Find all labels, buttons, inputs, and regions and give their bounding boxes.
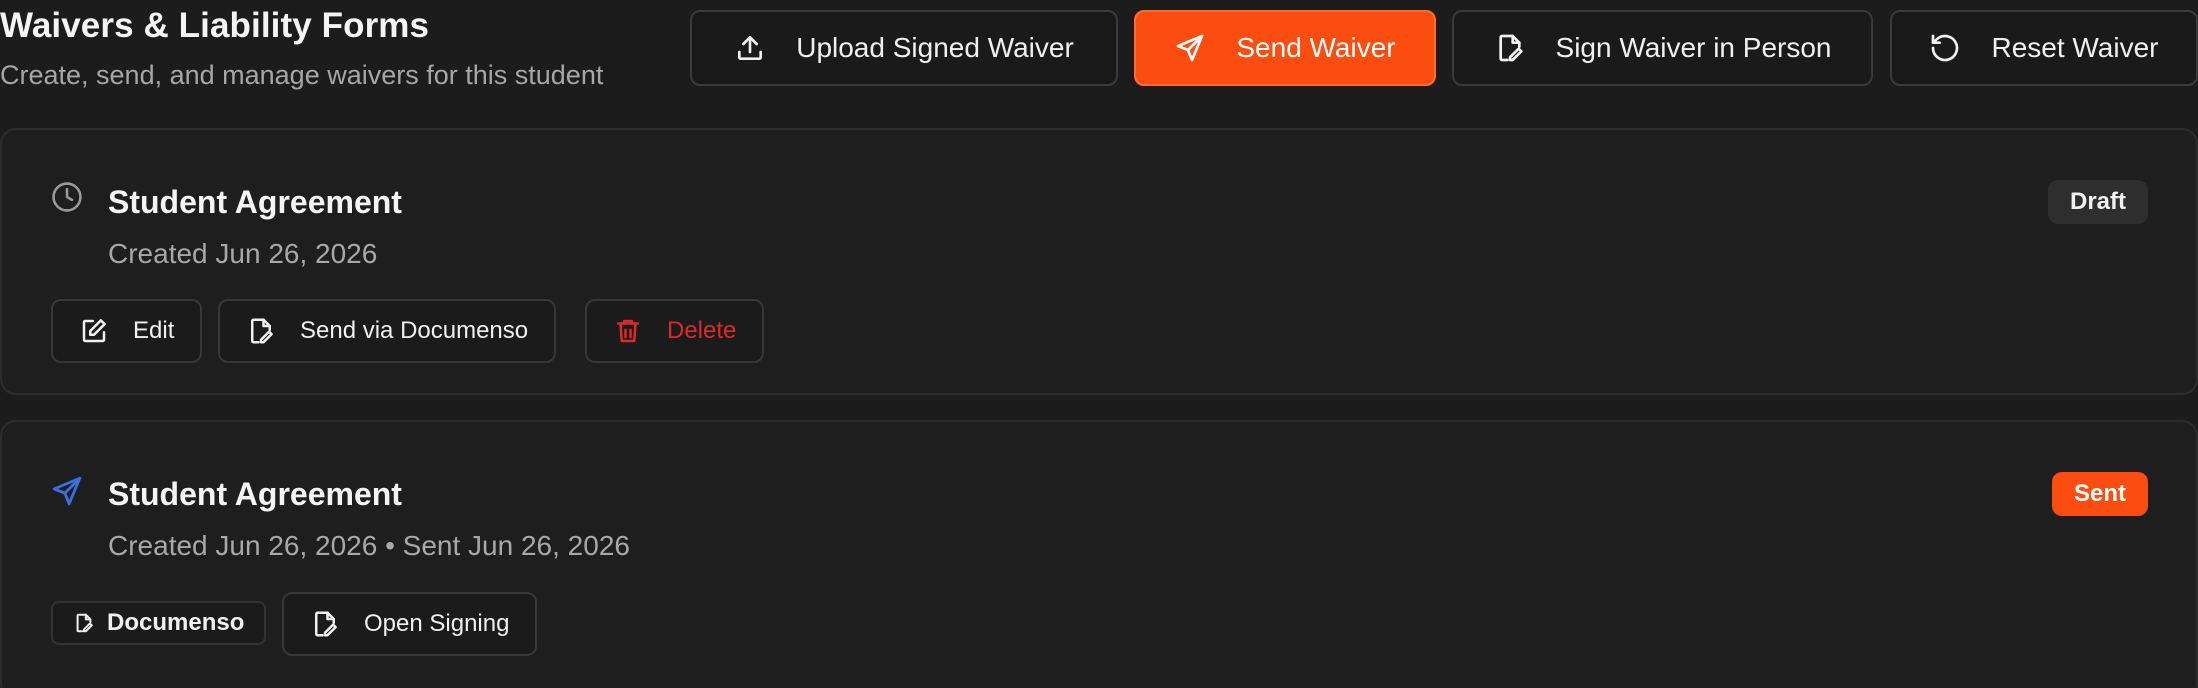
waiver-card-sent: Student Agreement Created Jun 26, 2026 •… [0, 420, 2198, 688]
edit-icon [82, 319, 106, 343]
reset-waiver-button[interactable]: Reset Waiver [1890, 10, 2198, 86]
send-icon [1177, 34, 1204, 62]
open-signing-button[interactable]: Open Signing [282, 592, 538, 656]
reset-waiver-label: Reset Waiver [1991, 32, 2159, 63]
status-badge: Sent [2051, 472, 2148, 516]
waiver-title: Student Agreement [108, 476, 402, 512]
send-icon [52, 476, 82, 506]
file-signature-icon [315, 611, 337, 637]
upload-signed-waiver-label: Upload Signed Waiver [796, 32, 1074, 63]
file-signature-icon [251, 318, 273, 344]
sign-waiver-in-person-label: Sign Waiver in Person [1555, 32, 1832, 63]
header: Waivers & Liability Forms Create, send, … [0, 4, 603, 92]
page-title: Waivers & Liability Forms [0, 6, 430, 45]
upload-icon [738, 36, 763, 60]
upload-signed-waiver-button[interactable]: Upload Signed Waiver [690, 10, 1118, 86]
status-badge: Draft [2047, 180, 2148, 224]
reset-icon [1932, 34, 1959, 62]
provider-label: Documenso [107, 609, 245, 636]
waivers-page: Waivers & Liability Forms Create, send, … [0, 0, 2198, 688]
file-signature-icon [76, 613, 93, 633]
waiver-title: Student Agreement [108, 184, 402, 220]
send-waiver-label: Send Waiver [1236, 32, 1396, 63]
waiver-meta: Created Jun 26, 2026 [108, 238, 378, 269]
send-via-documenso-label: Send via Documenso [300, 317, 529, 344]
sign-waiver-in-person-button[interactable]: Sign Waiver in Person [1452, 10, 1873, 86]
edit-button[interactable]: Edit [51, 299, 203, 363]
page-subtitle: Create, send, and manage waivers for thi… [0, 60, 604, 90]
trash-icon [616, 319, 640, 343]
waiver-meta: Created Jun 26, 2026 • Sent Jun 26, 2026 [108, 530, 630, 561]
provider-tag: Documenso [51, 601, 267, 645]
send-via-documenso-button[interactable]: Send via Documenso [218, 299, 557, 363]
delete-button[interactable]: Delete [585, 299, 765, 363]
open-signing-label: Open Signing [364, 610, 510, 637]
waiver-card-draft: Student Agreement Created Jun 26, 2026 D… [0, 128, 2198, 395]
file-signature-icon [1498, 34, 1523, 62]
edit-label: Edit [133, 317, 175, 344]
clock-icon [52, 182, 82, 212]
send-waiver-button[interactable]: Send Waiver [1134, 10, 1436, 86]
delete-label: Delete [667, 317, 737, 344]
